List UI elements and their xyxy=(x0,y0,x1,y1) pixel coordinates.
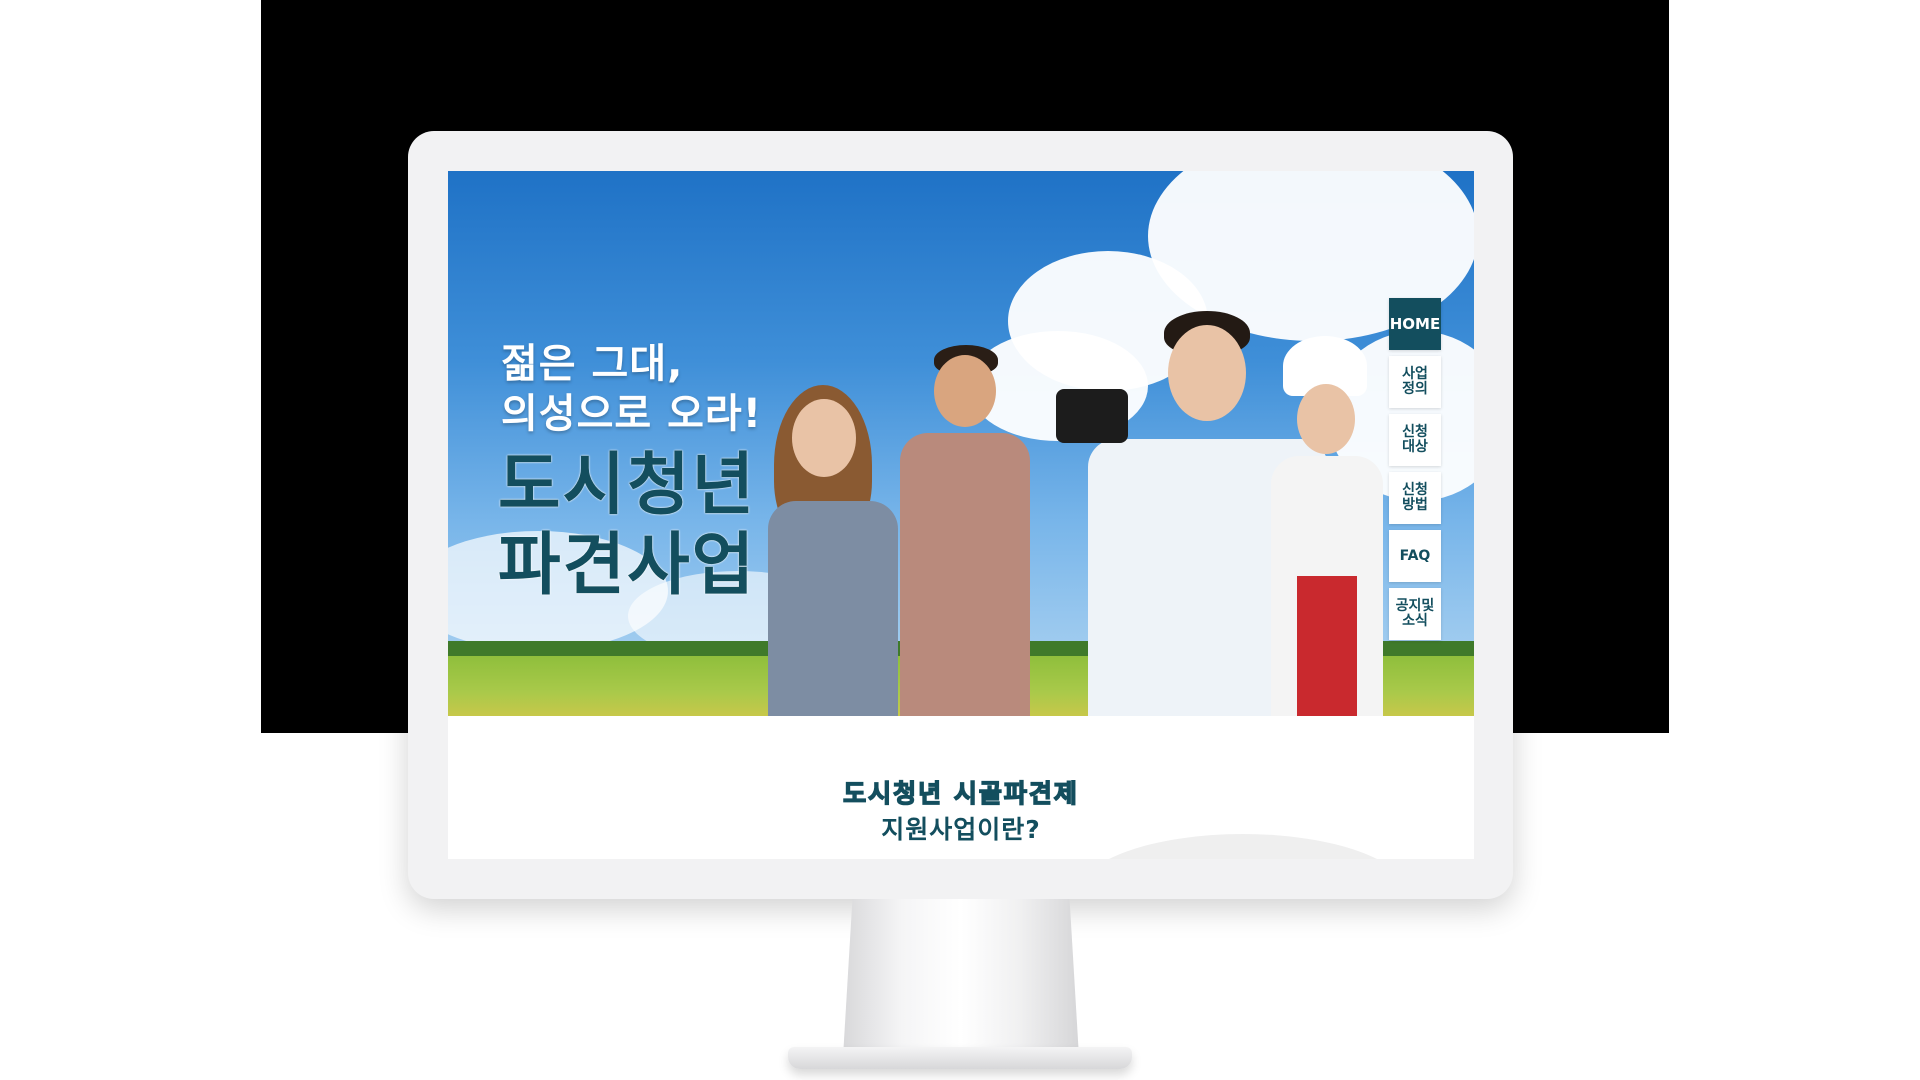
hero-title-line: 도시청년 xyxy=(498,446,757,525)
hero-tagline-line: 의성으로 오라! xyxy=(501,391,762,437)
nav-item-eligibility[interactable]: 신청 대상 xyxy=(1389,414,1441,466)
hero-title-line: 파견사업 xyxy=(498,526,757,605)
nav-item-home[interactable]: HOME xyxy=(1389,298,1441,350)
website-screen: 젊은 그대, 의성으로 오라! 도시청년 파견사업 HOME 사업 정의 신청 … xyxy=(448,171,1474,859)
camera-icon xyxy=(1056,389,1128,443)
hero-tagline: 젊은 그대, 의성으로 오라! xyxy=(501,339,762,439)
hero-tagline-line: 젊은 그대, xyxy=(501,341,684,387)
hero-title: 도시청년 파견사업 xyxy=(498,446,756,606)
nav-item-how-to-apply[interactable]: 신청 방법 xyxy=(1389,472,1441,524)
monitor-stand-base xyxy=(788,1047,1132,1069)
intro-section: 도시청년 시골파견제 지원사업이란? xyxy=(448,716,1474,859)
nav-item-business-definition[interactable]: 사업 정의 xyxy=(1389,356,1441,408)
monitor-frame: 젊은 그대, 의성으로 오라! 도시청년 파견사업 HOME 사업 정의 신청 … xyxy=(408,131,1513,899)
hero-banner: 젊은 그대, 의성으로 오라! 도시청년 파견사업 HOME 사업 정의 신청 … xyxy=(448,171,1474,716)
intro-heading-line1: 도시청년 시골파견제 xyxy=(842,778,1079,808)
nav-item-faq[interactable]: FAQ xyxy=(1389,530,1441,582)
monitor-stand-neck xyxy=(843,899,1079,1057)
nav-item-notices[interactable]: 공지및 소식 xyxy=(1389,588,1441,640)
side-nav: HOME 사업 정의 신청 대상 신청 방법 FAQ 공지및 소식 xyxy=(1389,298,1441,646)
